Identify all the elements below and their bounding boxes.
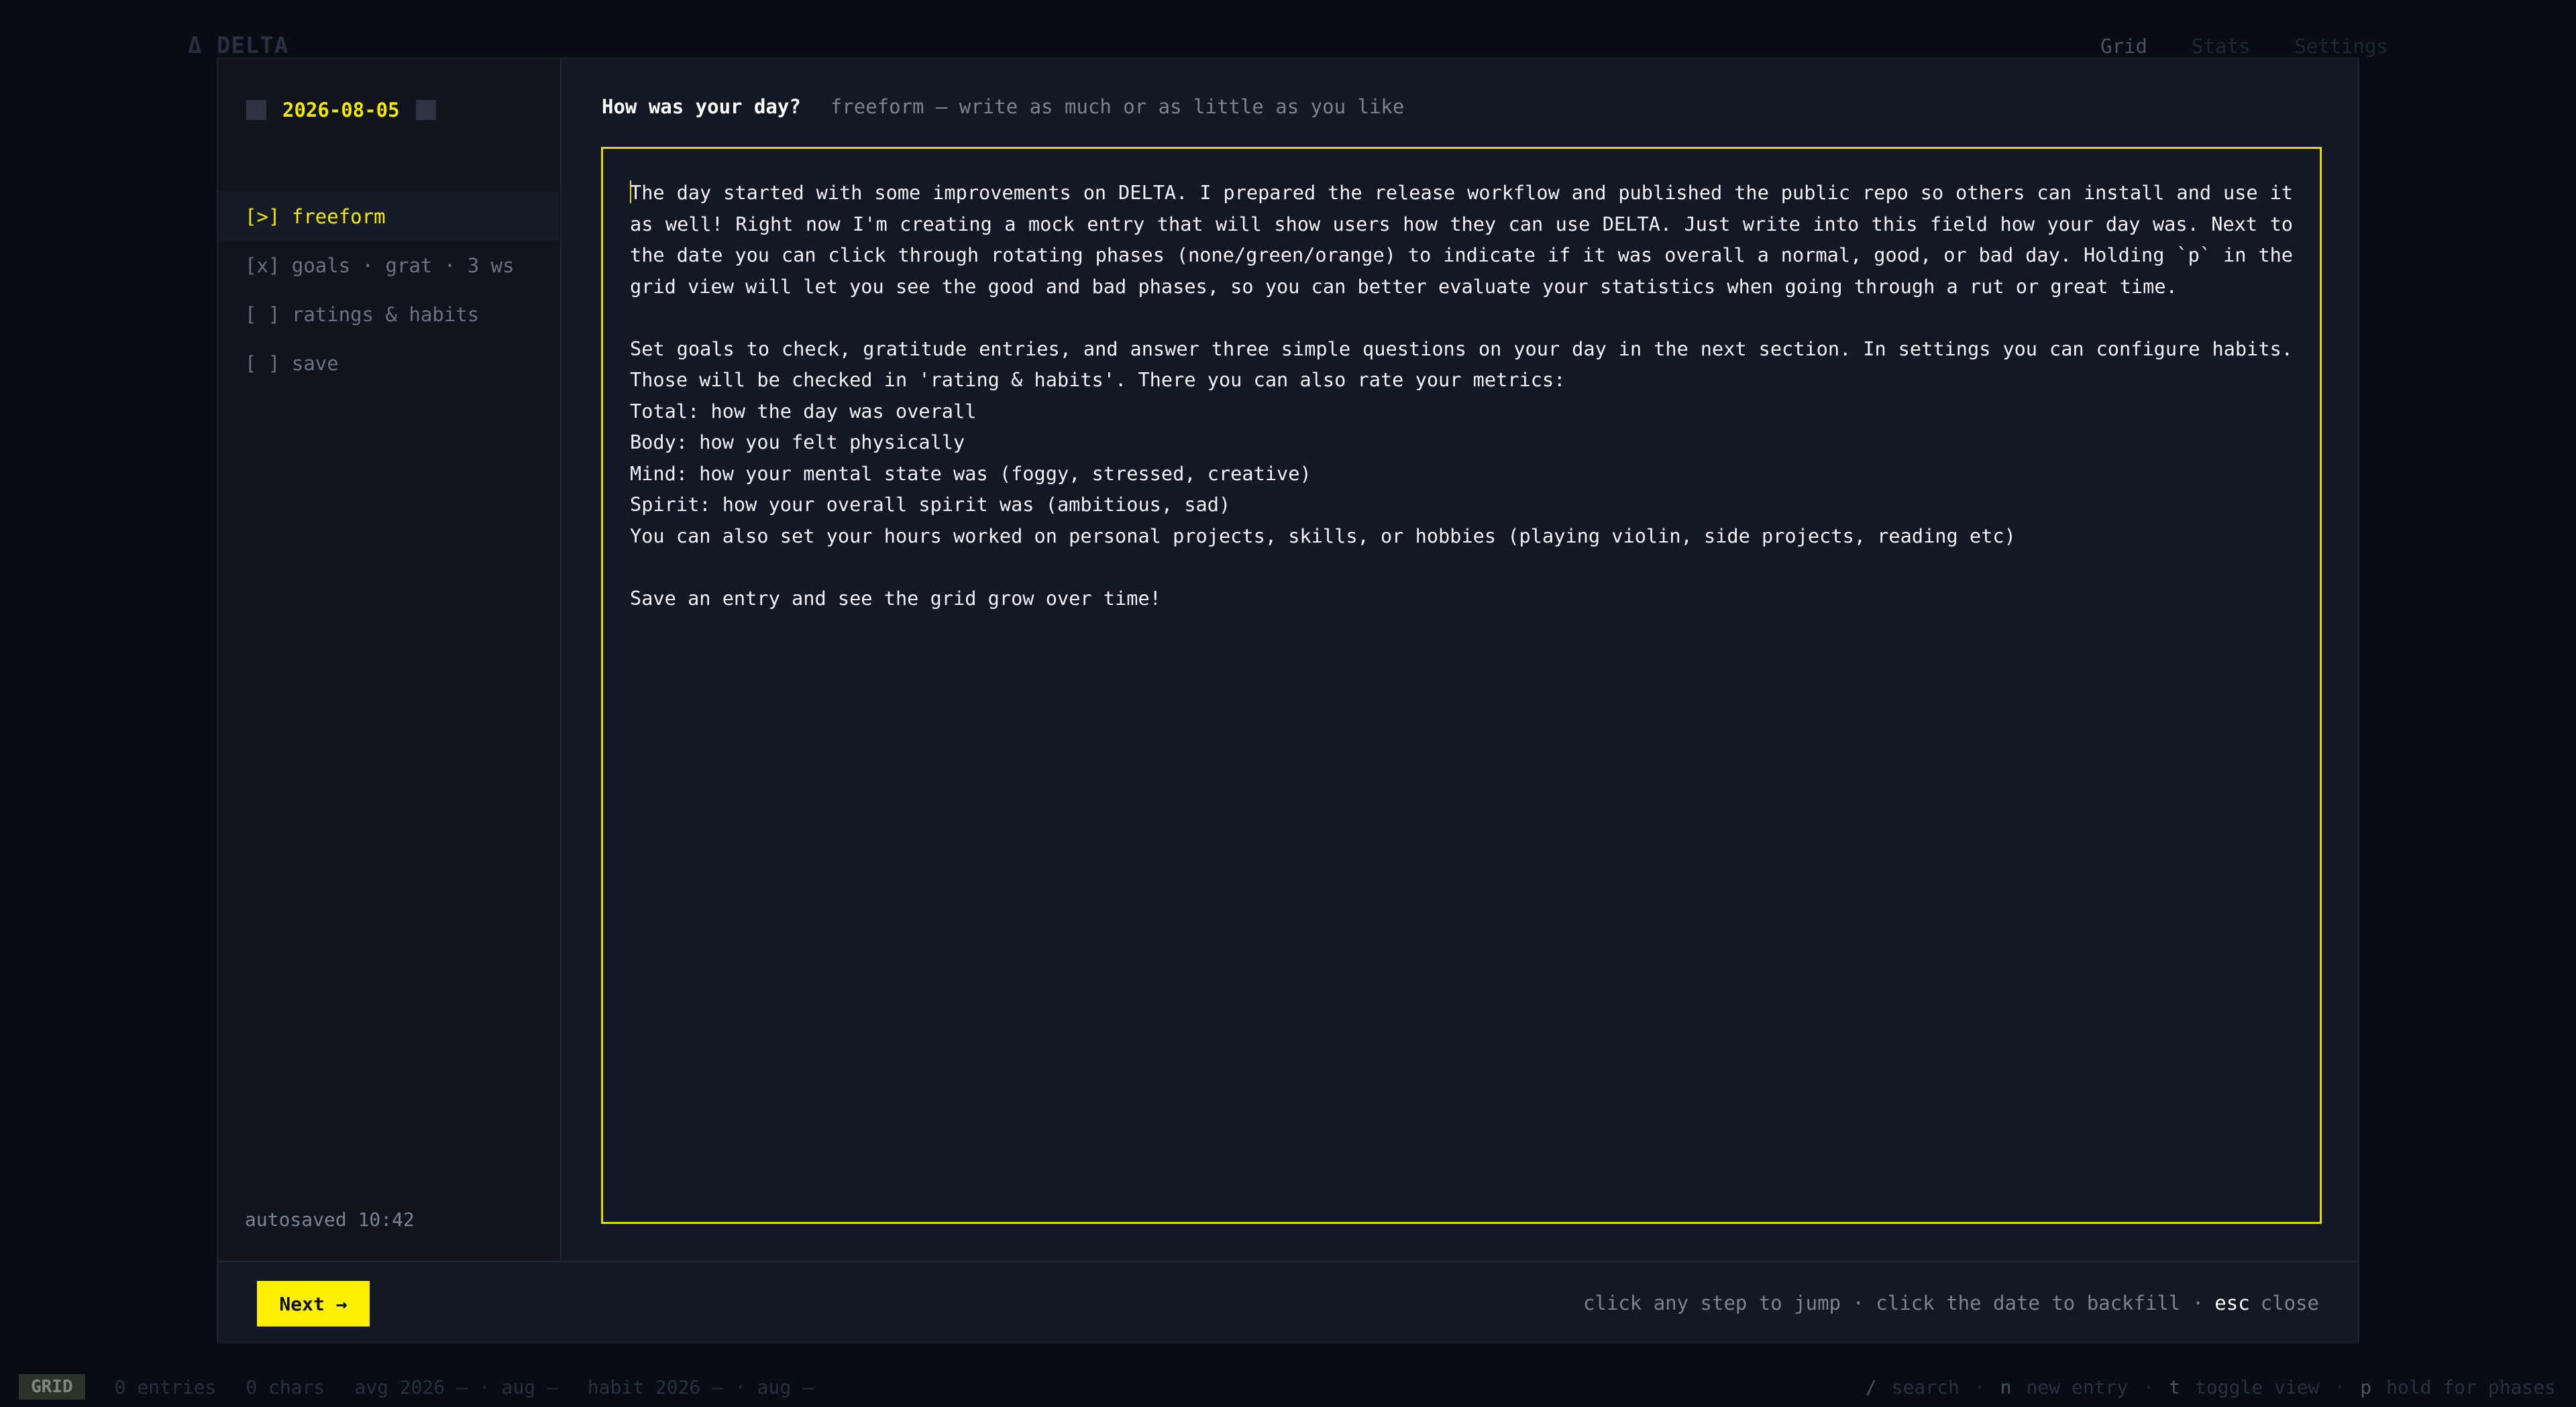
footer-hint-text: click any step to jump · click the date … xyxy=(1582,1292,2204,1314)
footer-hint-close: close xyxy=(2260,1292,2319,1314)
step-label: ratings & habits xyxy=(291,302,480,326)
shortcut-key: / xyxy=(1865,1375,1877,1398)
avg-stat: avg 2026 — · aug — xyxy=(354,1375,558,1398)
step-marker: [ ] xyxy=(245,351,280,375)
status-bar: GRID 0 entries 0 chars avg 2026 — · aug … xyxy=(0,1367,2576,1407)
prompt-hint: freeform — write as much or as little as… xyxy=(830,95,1405,118)
separator: · xyxy=(1974,1375,1986,1398)
step-freeform[interactable]: [>] freeform xyxy=(218,192,559,241)
shortcut-key: p xyxy=(2360,1375,2372,1398)
prompt-title: How was your day? xyxy=(602,95,801,118)
autosave-status: autosaved 10:42 xyxy=(245,1208,415,1231)
modal-footer: Next → click any step to jump · click th… xyxy=(218,1261,2358,1344)
habit-stat: habit 2026 — · aug — xyxy=(587,1375,814,1398)
nav-grid[interactable]: Grid xyxy=(2100,35,2147,58)
shortcut-label: hold for phases xyxy=(2386,1375,2556,1398)
esc-key: esc xyxy=(2214,1292,2250,1314)
step-list: [>] freeform [x] goals · grat · 3 ws [ ]… xyxy=(218,192,559,388)
step-marker: [>] xyxy=(245,205,280,228)
step-marker: [ ] xyxy=(245,302,280,326)
separator: · xyxy=(2334,1375,2346,1398)
chars-count: 0 chars xyxy=(246,1375,325,1398)
previous-day-button[interactable] xyxy=(246,100,266,120)
prompt-row: How was your day? freeform — write as mu… xyxy=(602,95,1404,118)
freeform-textarea[interactable]: The day started with some improvements o… xyxy=(601,147,2322,1224)
entry-text: The day started with some improvements o… xyxy=(630,181,2293,610)
date-row: 2026-08-05 xyxy=(246,89,436,131)
shortcut-key: t xyxy=(2169,1375,2180,1398)
next-button[interactable]: Next → xyxy=(257,1281,370,1327)
separator: · xyxy=(2143,1375,2155,1398)
step-label: freeform xyxy=(291,205,386,228)
nav-stats[interactable]: Stats xyxy=(2192,35,2250,58)
shortcut-label: toggle view xyxy=(2194,1375,2320,1398)
status-left: GRID 0 entries 0 chars avg 2026 — · aug … xyxy=(19,1367,814,1407)
shortcut-hints: / search · n new entry · t toggle view ·… xyxy=(1866,1367,2556,1407)
step-ratings-habits[interactable]: [ ] ratings & habits xyxy=(218,290,559,339)
entries-count: 0 entries xyxy=(114,1375,217,1398)
top-nav: Grid Stats Settings xyxy=(2100,35,2388,58)
entry-modal: 2026-08-05 [>] freeform [x] goals · grat… xyxy=(217,58,2359,1344)
shortcut-key: n xyxy=(2000,1375,2012,1398)
step-label: save xyxy=(291,351,339,375)
phase-toggle-button[interactable] xyxy=(415,100,436,120)
step-sidebar: 2026-08-05 [>] freeform [x] goals · grat… xyxy=(218,59,561,1261)
shortcut-label: search xyxy=(1891,1375,1960,1398)
step-content: How was your day? freeform — write as mu… xyxy=(561,59,2358,1261)
app-brand: Δ DELTA xyxy=(188,32,289,59)
mode-badge: GRID xyxy=(19,1374,85,1400)
step-goals[interactable]: [x] goals · grat · 3 ws xyxy=(218,241,559,290)
step-marker: [x] xyxy=(245,254,280,277)
footer-hint: click any step to jump · click the date … xyxy=(1583,1262,2319,1344)
nav-settings[interactable]: Settings xyxy=(2294,35,2388,58)
shortcut-label: new entry xyxy=(2026,1375,2129,1398)
step-label: goals · grat · 3 ws xyxy=(291,254,515,277)
entry-date[interactable]: 2026-08-05 xyxy=(282,99,400,121)
step-save[interactable]: [ ] save xyxy=(218,339,559,388)
top-bar: Δ DELTA Grid Stats Settings xyxy=(0,0,2576,59)
